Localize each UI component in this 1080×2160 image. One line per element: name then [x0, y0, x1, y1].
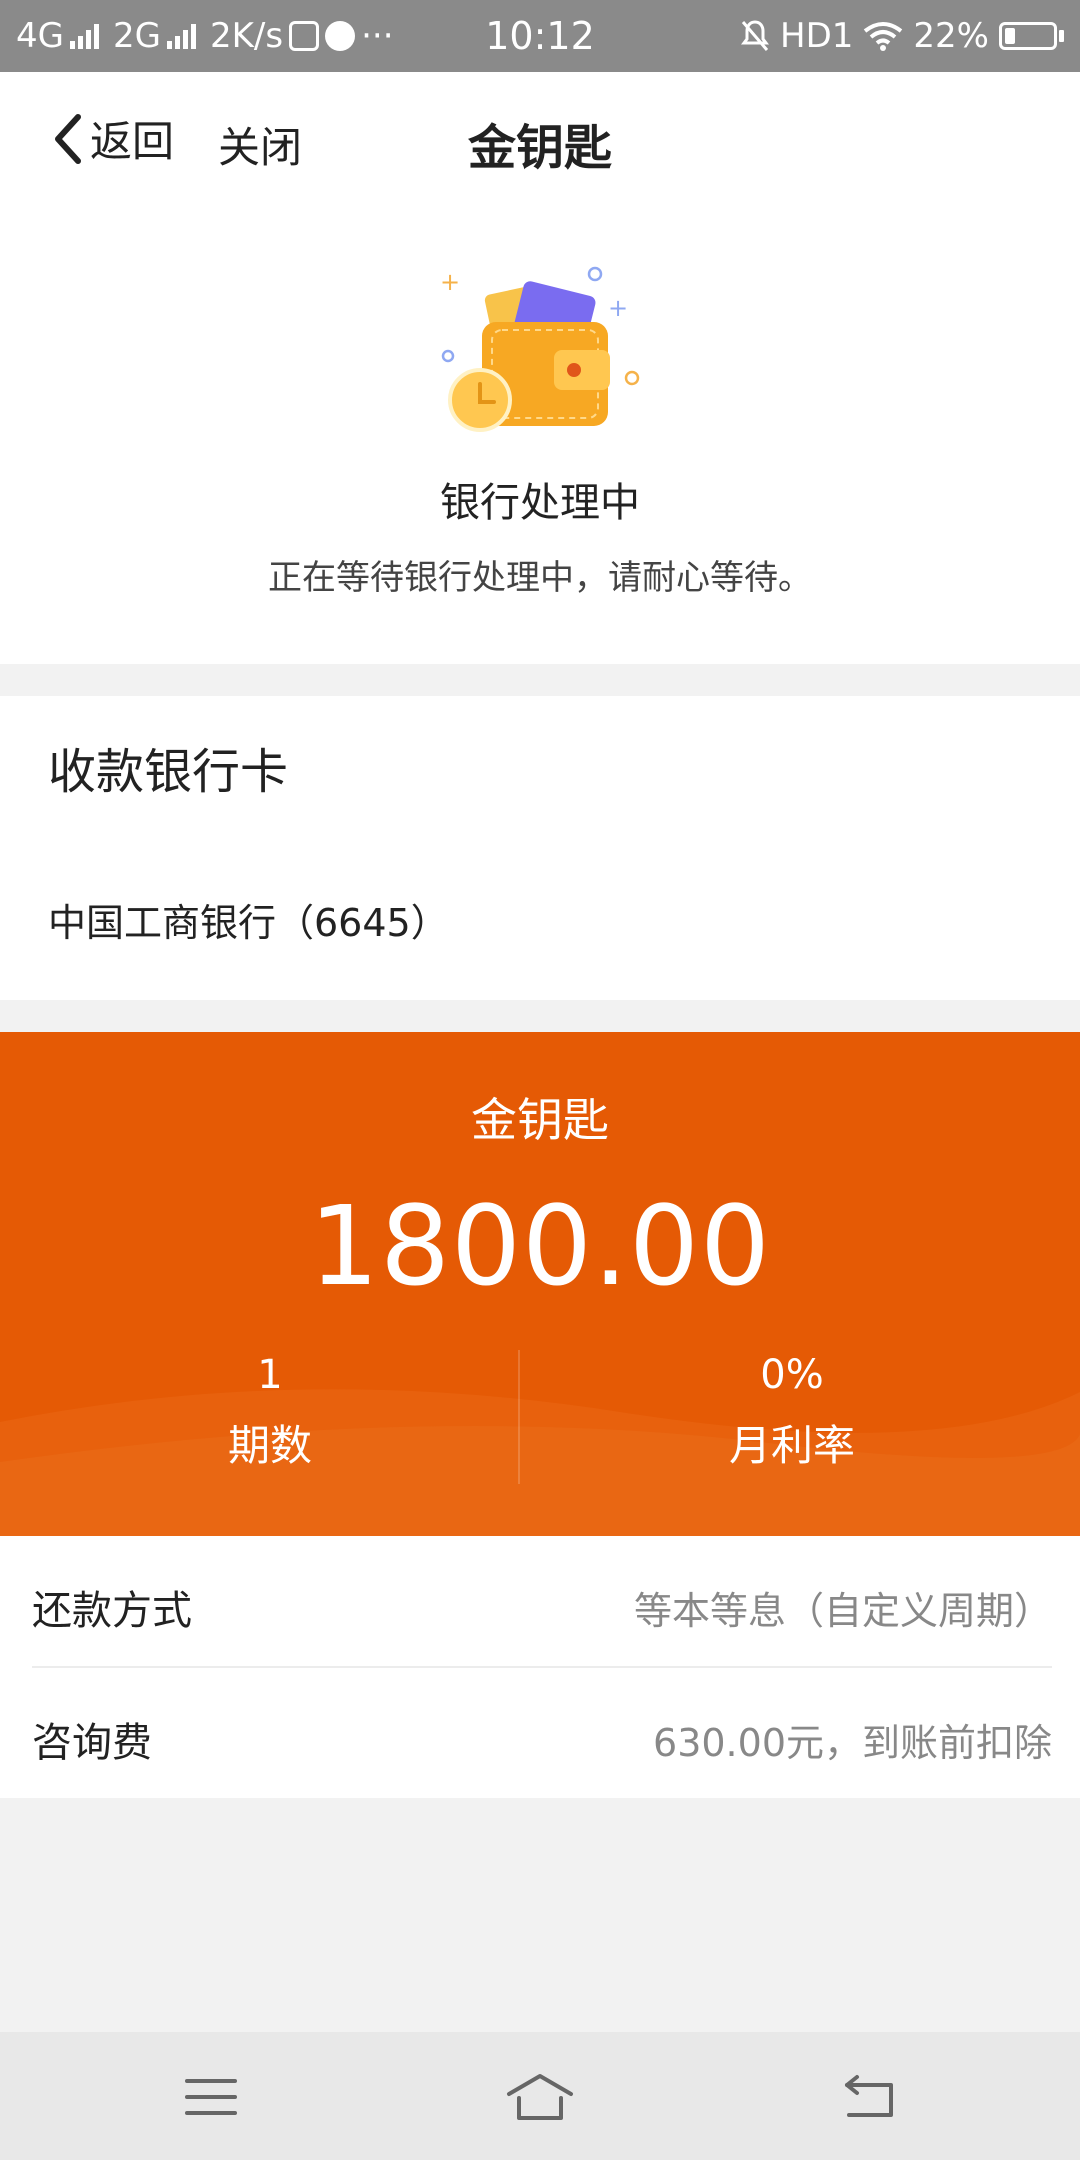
bank-card-name: 中国工商银行（6645） [48, 901, 449, 945]
stat-divider [518, 1350, 520, 1484]
battery-icon [999, 22, 1064, 50]
processing-status-section: + + 银行处理中 正在等待银行处理中，请耐心等待。 [0, 212, 1080, 664]
rate-label: 月利率 [728, 1421, 855, 1470]
loan-details-list: 还款方式 等本等息（自定义周期） 咨询费 630.00元，到账前扣除 [0, 1536, 1080, 1798]
rate-stat: 0% 月利率 [522, 1352, 1062, 1473]
section-heading: 收款银行卡 [48, 744, 289, 800]
status-bar: 4G 2G 2K/s ··· 10:12 HD1 22% [0, 0, 1080, 72]
home-icon[interactable] [505, 2062, 575, 2132]
periods-stat: 1 期数 [0, 1352, 540, 1473]
back-button[interactable]: 返回 [50, 108, 174, 169]
receiving-bank-card-section: 收款银行卡 中国工商银行（6645） [0, 696, 1080, 1000]
wallet-icon: + + [440, 266, 640, 432]
loan-amount: 1800.00 [309, 1182, 771, 1310]
wifi-icon [864, 22, 903, 51]
periods-value: 1 [257, 1352, 283, 1398]
svg-text:+: + [608, 294, 628, 322]
battery-percent: 22% [913, 16, 989, 56]
menu-icon[interactable] [176, 2062, 246, 2132]
consulting-fee-row: 咨询费 630.00元，到账前扣除 [32, 1668, 1052, 1798]
status-title: 银行处理中 [440, 480, 640, 526]
product-name: 金钥匙 [471, 1093, 609, 1147]
rate-value: 0% [760, 1352, 824, 1398]
nav-bar: 返回 关闭 金钥匙 [0, 72, 1080, 212]
mute-icon [741, 20, 770, 51]
loan-summary-card: 金钥匙 1800.00 1 期数 0% 月利率 [0, 1032, 1080, 1536]
periods-label: 期数 [227, 1421, 312, 1470]
status-description: 正在等待银行处理中，请耐心等待。 [268, 558, 812, 598]
chevron-left-icon [55, 113, 81, 164]
svg-text:+: + [440, 268, 460, 296]
close-button[interactable]: 关闭 [218, 114, 302, 175]
row-value: 630.00元，到账前扣除 [653, 1721, 1052, 1765]
row-label: 咨询费 [32, 1720, 152, 1766]
hd-label: HD1 [780, 16, 854, 56]
back-icon[interactable] [834, 2062, 904, 2132]
status-bar-right: HD1 22% [740, 0, 1064, 72]
back-label: 返回 [90, 117, 175, 166]
system-nav-bar [0, 2032, 1080, 2160]
repayment-method-row: 还款方式 等本等息（自定义周期） [32, 1536, 1052, 1668]
row-value: 等本等息（自定义周期） [633, 1589, 1052, 1633]
row-label: 还款方式 [32, 1588, 192, 1634]
